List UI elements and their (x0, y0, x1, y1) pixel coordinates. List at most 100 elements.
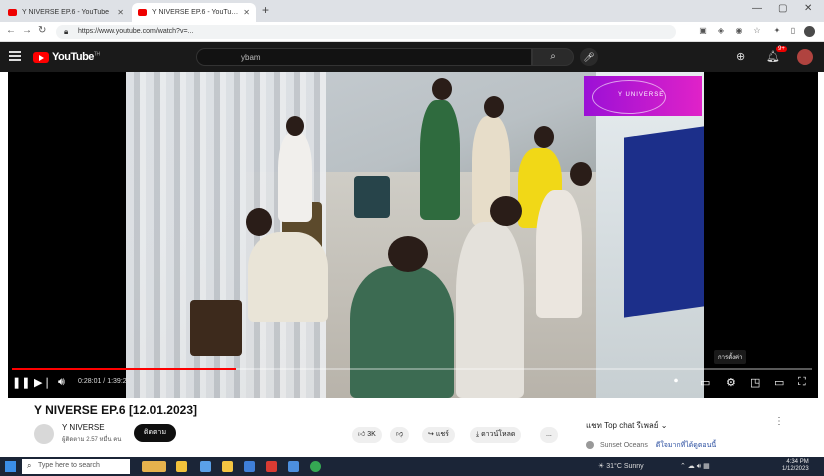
scene-person-head (388, 236, 428, 272)
subtitles-icon[interactable]: ▭ (700, 376, 710, 389)
taskbar-clock[interactable]: 4:34 PM 1/12/2023 (782, 459, 809, 473)
subscribe-button[interactable]: ติดตาม (134, 424, 176, 442)
weather-icon: ☀ (598, 463, 605, 470)
close-tab-icon[interactable]: ✕ (117, 8, 124, 17)
scene-person-head (570, 162, 592, 186)
chat-text: ดีใจมากที่ได้ดูตอนนี้ (655, 442, 717, 449)
mail-icon[interactable] (288, 461, 299, 472)
channel-promo-overlay: Y UNIVERSE (584, 76, 702, 116)
extension-icon[interactable]: ◉ (734, 26, 744, 37)
tray-icons[interactable]: ⌃ ☁ 🔊︎ ▦ (680, 462, 710, 471)
scene-person (350, 266, 454, 398)
browser-tab-strip: Y NIVERSE EP.6 - YouTube ✕ Y NIVERSE EP.… (0, 0, 824, 22)
search-button[interactable]: ⌕ (532, 48, 574, 66)
dislike-button[interactable]: 👎︎ (390, 427, 410, 443)
volume-icon[interactable]: 🔊︎ (58, 376, 65, 389)
more-icon: ... (546, 431, 552, 438)
settings-icon[interactable]: ⚙ (726, 376, 736, 389)
scene-person (420, 100, 460, 220)
promo-text: Y UNIVERSE (618, 92, 665, 98)
more-actions-button[interactable]: ... (540, 427, 558, 443)
scene-chair (190, 300, 242, 356)
progress-fill (12, 368, 236, 370)
menu-icon[interactable] (9, 51, 21, 61)
time-display: 0:28:01 / 1:39:24 (78, 378, 131, 385)
back-icon[interactable]: ← (6, 25, 16, 36)
taskview-icon[interactable] (200, 461, 211, 472)
miniplayer-icon[interactable]: ◳ (750, 376, 760, 389)
maximize-icon[interactable]: ▢ (778, 3, 787, 14)
fullscreen-icon[interactable]: ⛶ (798, 376, 806, 389)
weather-widget[interactable]: ☀ 31°C Sunny (598, 462, 644, 470)
clock-date: 1/12/2023 (782, 466, 809, 472)
address-bar[interactable]: 🔒︎ https://www.youtube.com/watch?v=... (56, 25, 676, 39)
close-tab-icon[interactable]: ✕ (243, 8, 250, 17)
avatar[interactable] (797, 49, 813, 65)
scene-person (456, 222, 524, 398)
scene-person (248, 232, 328, 322)
browser-tab-title: Y NIVERSE EP.6 - YouTube (152, 9, 239, 16)
search-icon: ⌕ (27, 461, 32, 470)
close-window-icon[interactable]: ✕ (804, 3, 812, 14)
youtube-masthead: YouTubeTH ybam ⌕ 🎤︎ ⊕ 🔔︎ 9+ (0, 42, 824, 72)
channel-subscriber-count: ผู้ติดตาม 2.57 หมื่น คน (62, 437, 122, 443)
scene-blue-panel (624, 126, 704, 318)
notification-badge: 9+ (776, 46, 787, 52)
voice-search-button[interactable]: 🎤︎ (580, 48, 598, 66)
video-player[interactable]: Y UNIVERSE การตั้งค่า ❚❚ ▶❘ 🔊︎ 0:28:01 /… (8, 72, 818, 398)
channel-name[interactable]: Y NIVERSE (62, 423, 105, 432)
theater-icon[interactable]: ▭ (774, 376, 784, 389)
extensions-icon[interactable]: ✦ (772, 26, 782, 37)
chrome-icon[interactable] (310, 461, 321, 472)
app-icon[interactable] (266, 461, 277, 472)
scene-person-head (246, 208, 272, 236)
edge-icon[interactable] (244, 461, 255, 472)
next-icon[interactable]: ▶❘ (34, 376, 52, 389)
scene-chair (354, 176, 390, 218)
sidebar-icon[interactable]: ▯ (788, 26, 798, 37)
chat-menu-icon[interactable]: ⋮ (774, 416, 784, 427)
scene-person-head (432, 78, 452, 100)
download-label: ดาวน์โหลด (481, 431, 516, 438)
browser-tab[interactable]: Y NIVERSE EP.6 - YouTube ✕ (2, 3, 130, 22)
chat-message: Sunset Oceans ดีใจมากที่ได้ดูตอนนี้ (586, 440, 716, 451)
taskbar-widget-icon[interactable] (142, 461, 166, 472)
like-button[interactable]: 👍︎ 3K (352, 427, 382, 443)
chat-user-avatar (586, 441, 594, 450)
minimize-icon[interactable]: — (752, 3, 762, 14)
create-icon[interactable]: ⊕ (736, 50, 745, 63)
file-explorer-icon[interactable] (222, 461, 233, 472)
clock-time: 4:34 PM (786, 459, 809, 465)
autoplay-toggle-icon[interactable]: ⏺ (674, 376, 678, 386)
new-tab-icon[interactable]: + (262, 3, 269, 17)
reload-icon[interactable]: ↻ (38, 25, 46, 36)
weather-text: 31°C Sunny (606, 463, 644, 470)
extension-icon[interactable]: ▣ (698, 26, 708, 37)
progress-bar[interactable] (12, 368, 812, 370)
download-button[interactable]: ⤓ ดาวน์โหลด (470, 427, 522, 443)
search-icon: ⌕ (550, 51, 556, 62)
channel-avatar[interactable] (34, 424, 54, 444)
search-input[interactable]: ybam (196, 48, 532, 66)
forward-icon[interactable]: → (22, 25, 32, 36)
video-title: Y NIVERSE EP.6 [12.01.2023] (34, 403, 197, 417)
star-icon[interactable]: ☆ (752, 26, 762, 37)
windows-start-icon[interactable] (5, 461, 16, 472)
pause-icon[interactable]: ❚❚ (12, 376, 30, 389)
chevron-down-icon: ⌄ (660, 421, 668, 430)
profile-icon[interactable] (804, 26, 815, 37)
youtube-logo[interactable]: YouTubeTH (33, 51, 100, 63)
live-chat-header[interactable]: แชท Top chat รีเพลย์ ⌄ (586, 419, 667, 432)
taskbar-search-placeholder: Type here to search (38, 462, 100, 469)
share-button[interactable]: ↪ แชร์ (422, 427, 455, 443)
taskbar-search-input[interactable]: ⌕ Type here to search (22, 459, 130, 474)
taskbar-app-icon[interactable] (176, 461, 187, 472)
extension-icon[interactable]: ◈ (716, 26, 726, 37)
browser-tab-active[interactable]: Y NIVERSE EP.6 - YouTube ✕ (132, 3, 256, 22)
logo-region: TH (93, 51, 100, 58)
video-frame: Y UNIVERSE (126, 72, 704, 398)
youtube-favicon-icon (8, 9, 17, 16)
mic-icon: 🎤︎ (583, 52, 595, 62)
address-bar-url: https://www.youtube.com/watch?v=... (78, 28, 194, 35)
settings-tooltip: การตั้งค่า (714, 350, 747, 364)
